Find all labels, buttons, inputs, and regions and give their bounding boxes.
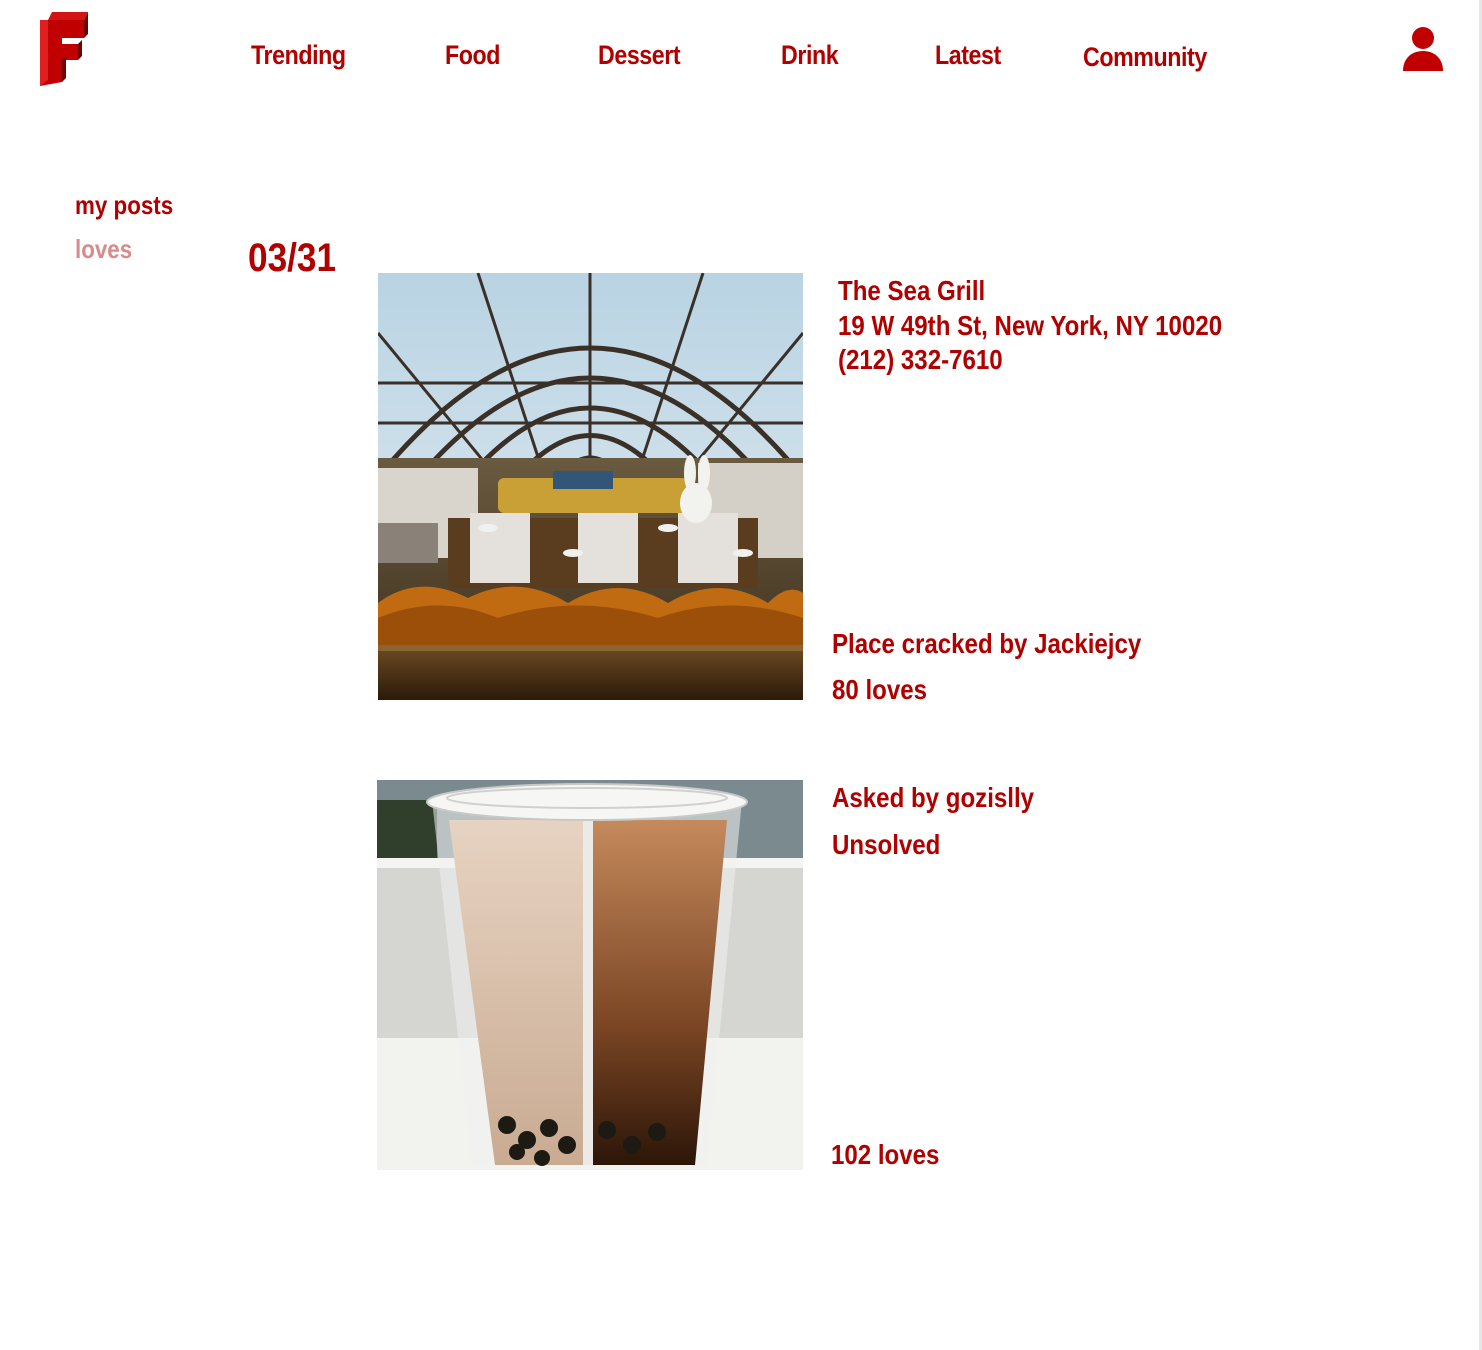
nav-food[interactable]: Food [445, 40, 500, 71]
love-count: 80 loves [832, 674, 928, 705]
status-badge: Unsolved [832, 829, 941, 860]
nav-dessert[interactable]: Dessert [598, 40, 681, 71]
place-name: The Sea Grill [838, 275, 986, 306]
love-count: 102 loves [831, 1139, 940, 1170]
date-heading: 03/31 [248, 236, 337, 280]
f-logo-icon[interactable] [38, 10, 90, 88]
nav-latest[interactable]: Latest [935, 40, 1001, 71]
sidebar-item-my-posts[interactable]: my posts [75, 190, 173, 221]
sidebar-item-loves[interactable]: loves [75, 234, 132, 265]
place-address: 19 W 49th St, New York, NY 10020 [838, 310, 1223, 341]
cracked-by-label[interactable]: Place cracked by Jackiejcy [832, 627, 1141, 661]
post-photo-drink[interactable] [377, 780, 803, 1170]
asked-by-label[interactable]: Asked by gozislly [832, 781, 1034, 815]
nav-trending[interactable]: Trending [251, 40, 346, 71]
nav-community[interactable]: Community [1083, 42, 1207, 73]
post-photo-restaurant[interactable] [378, 273, 803, 700]
place-phone: (212) 332-7610 [838, 344, 1003, 375]
user-icon[interactable] [1402, 26, 1444, 72]
nav-drink[interactable]: Drink [781, 40, 839, 71]
